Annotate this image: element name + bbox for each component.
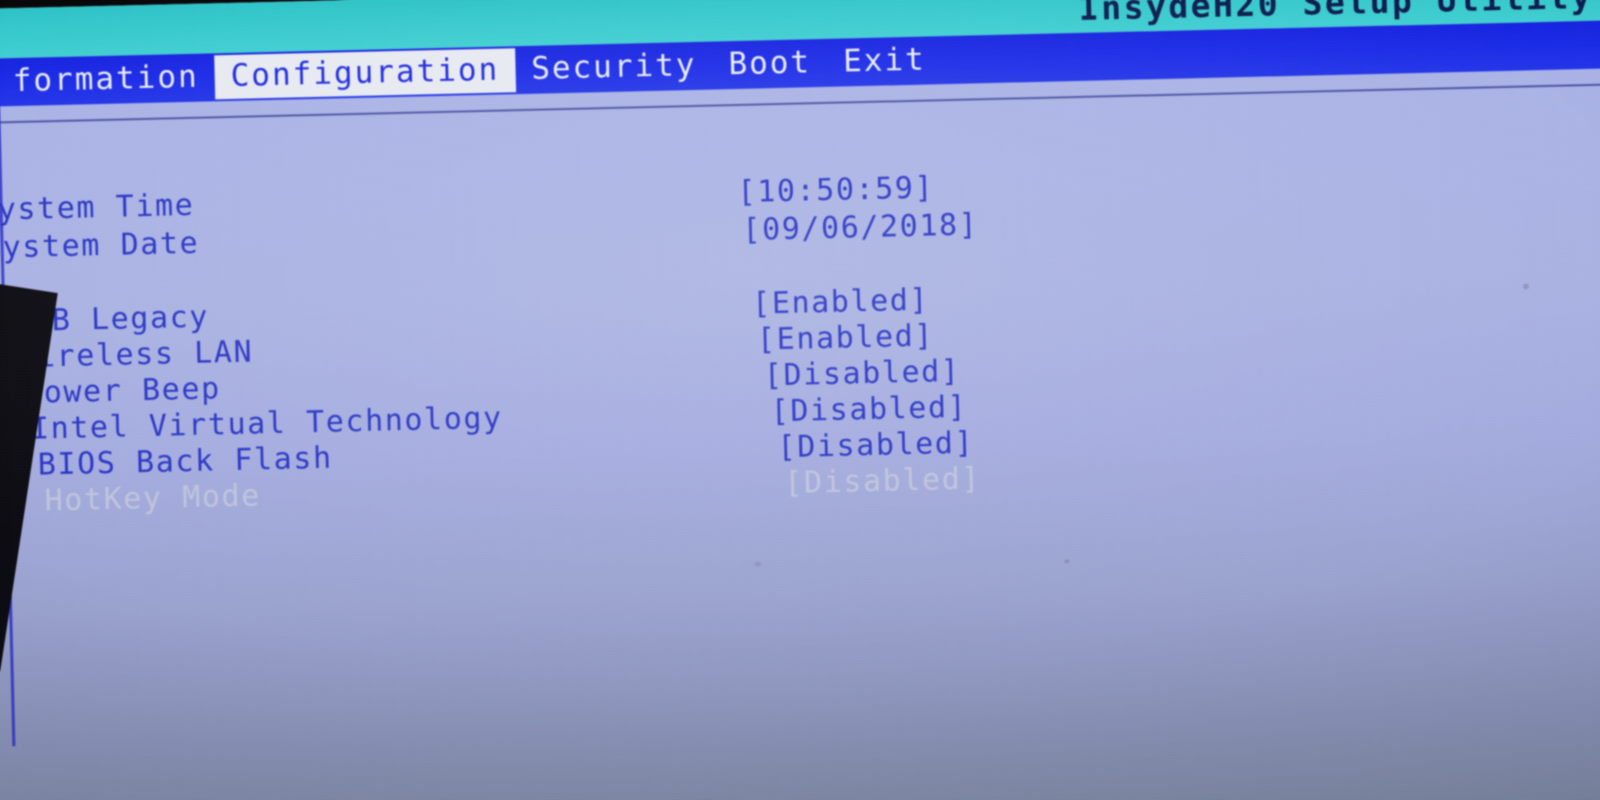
settings-list: ystem Time [10:50:59] ystem Date [09/06/… [0,92,1600,733]
setting-value[interactable]: [Enabled] [752,283,930,322]
setting-value[interactable]: [Disabled] [784,461,981,501]
setting-value[interactable]: [Disabled] [777,426,974,466]
tab-security[interactable]: Security [515,44,713,93]
tab-exit[interactable]: Exit [827,38,943,85]
setting-value[interactable]: [Disabled] [763,354,960,394]
bios-screen-panel: InsydeH20 Setup Utility formation Config… [0,0,1600,800]
bios-setup-screenshot: InsydeH20 Setup Utility formation Config… [0,0,1600,800]
tab-configuration[interactable]: Configuration [214,48,516,100]
setting-value[interactable]: [10:50:59] [737,170,934,210]
setting-value[interactable]: [09/06/2018] [742,207,979,248]
setting-value[interactable]: [Disabled] [770,390,967,430]
dust-speck [1522,283,1530,290]
tab-information[interactable]: formation [0,55,215,104]
setting-value[interactable]: [Enabled] [757,318,935,357]
tab-boot[interactable]: Boot [712,41,828,88]
